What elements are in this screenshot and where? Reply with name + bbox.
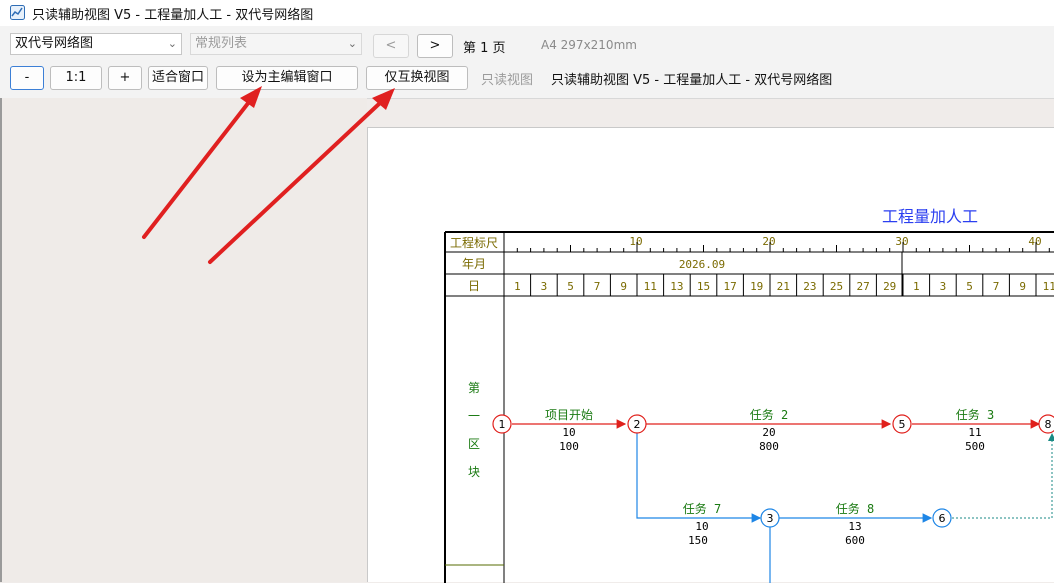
day-cell-label: 9 [620,280,627,293]
day-cell-label: 1 [913,280,920,293]
view-type-value: 双代号网络图 [15,36,94,51]
day-cell-label: 15 [697,280,710,293]
month-row-label: 年月 [462,257,486,271]
day-cell-label: 13 [670,280,683,293]
diagram-title: 工程量加人工 [882,207,978,226]
scale-number: 30 [895,235,908,248]
day-cell-label: 11 [644,280,657,293]
scale-ticks [503,242,1050,252]
list-type-value: 常规列表 [195,36,248,51]
node-8[interactable]: 8 [1038,414,1054,434]
task-duration: 10 [695,520,708,533]
node-label: 3 [767,512,774,525]
node-label: 1 [499,418,506,431]
day-cell-label: 19 [750,280,763,293]
left-pane [0,98,367,582]
day-cell-label: 23 [803,280,816,293]
day-cell-label: 1 [514,280,521,293]
next-page-button[interactable]: > [417,34,453,58]
node-label: 5 [899,418,906,431]
swap-view-button[interactable]: 仅互换视图 [366,66,468,90]
day-row-label: 日 [468,279,480,293]
task-quantity: 150 [688,534,708,547]
task-quantity: 500 [965,440,985,453]
node-2[interactable]: 2 [627,414,647,434]
task-name: 任务 7 [683,501,721,516]
node-3[interactable]: 3 [760,508,780,528]
day-cell-label: 3 [940,280,947,293]
section-label-char: 一 [468,409,480,423]
day-cells: 1 3 5 7 9 11 13 15 17 19 21 23 25 27 29 1 3 5 7 9 11 [514,274,1054,296]
day-cell-label: 7 [993,280,1000,293]
view-caption: 只读辅助视图 V5 - 工程量加人工 - 双代号网络图 [551,73,833,88]
node-label: 2 [634,418,641,431]
view-type-select[interactable]: 双代号网络图 ⌄ [10,33,182,55]
page-indicator: 第 1 页 [463,41,506,56]
node-1[interactable]: 1 [492,414,512,434]
section-label-char: 块 [468,465,480,479]
node-5[interactable]: 5 [892,414,912,434]
task-duration: 13 [848,520,861,533]
day-cell-label: 27 [856,280,869,293]
prev-page-button[interactable]: < [373,34,409,58]
day-cell-label: 29 [883,280,896,293]
section-label-char: 区 [468,437,480,451]
toolbar: 双代号网络图 ⌄ 常规列表 ⌄ < > 第 1 页 A4 297x210mm -… [0,26,1054,99]
scale-number: 20 [762,235,775,248]
task-quantity: 100 [559,440,579,453]
scale-row-label: 工程标尺 [450,235,498,250]
set-main-editor-button[interactable]: 设为主编辑窗口 [216,66,358,90]
readonly-view-label: 只读视图 [481,73,534,88]
task-quantity: 600 [845,534,865,547]
task-name: 任务 8 [836,501,874,516]
node-label: 8 [1045,418,1052,431]
chart-app-icon [10,5,25,20]
diagram-canvas[interactable]: 工程量加人工 工程标尺 年月 日 2026.09 10 20 30 40 135… [367,127,1054,583]
day-cell-label: 11 [1043,280,1054,293]
scale-number: 40 [1028,235,1041,248]
pane-edge [0,98,2,582]
task-duration: 11 [968,426,981,439]
task-duration: 20 [762,426,775,439]
task-name: 项目开始 [545,408,593,422]
network-diagram: 工程量加人工 工程标尺 年月 日 2026.09 10 20 30 40 135… [444,207,1054,583]
zoom-in-button[interactable]: + [108,66,142,90]
task-quantity: 800 [759,440,779,453]
scale-number: 10 [629,235,642,248]
task-name: 任务 3 [956,407,994,422]
day-cell-label: 3 [541,280,548,293]
list-type-select[interactable]: 常规列表 ⌄ [190,33,362,55]
day-cell-label: 5 [567,280,574,293]
window-title: 只读辅助视图 V5 - 工程量加人工 - 双代号网络图 [32,8,314,23]
section-label-char: 第 [468,381,480,395]
task-duration: 10 [562,426,575,439]
day-cell-label: 5 [966,280,973,293]
day-cell-label: 9 [1019,280,1026,293]
chevron-down-icon: ⌄ [167,37,177,50]
task-name: 任务 2 [750,407,788,422]
zoom-reset-button[interactable]: 1:1 [50,66,102,90]
node-6[interactable]: 6 [932,508,952,528]
day-cell-label: 7 [594,280,601,293]
title-bar: 只读辅助视图 V5 - 工程量加人工 - 双代号网络图 [0,0,1054,26]
fit-window-button[interactable]: 适合窗口 [148,66,208,90]
month-value: 2026.09 [679,258,725,271]
chevron-down-icon: ⌄ [347,37,357,50]
day-cell-label: 17 [723,280,736,293]
day-cell-label: 25 [830,280,843,293]
paper-size-label: A4 297x210mm [541,38,637,52]
day-cell-label: 21 [777,280,790,293]
zoom-out-button[interactable]: - [10,66,44,90]
node-label: 6 [939,512,946,525]
